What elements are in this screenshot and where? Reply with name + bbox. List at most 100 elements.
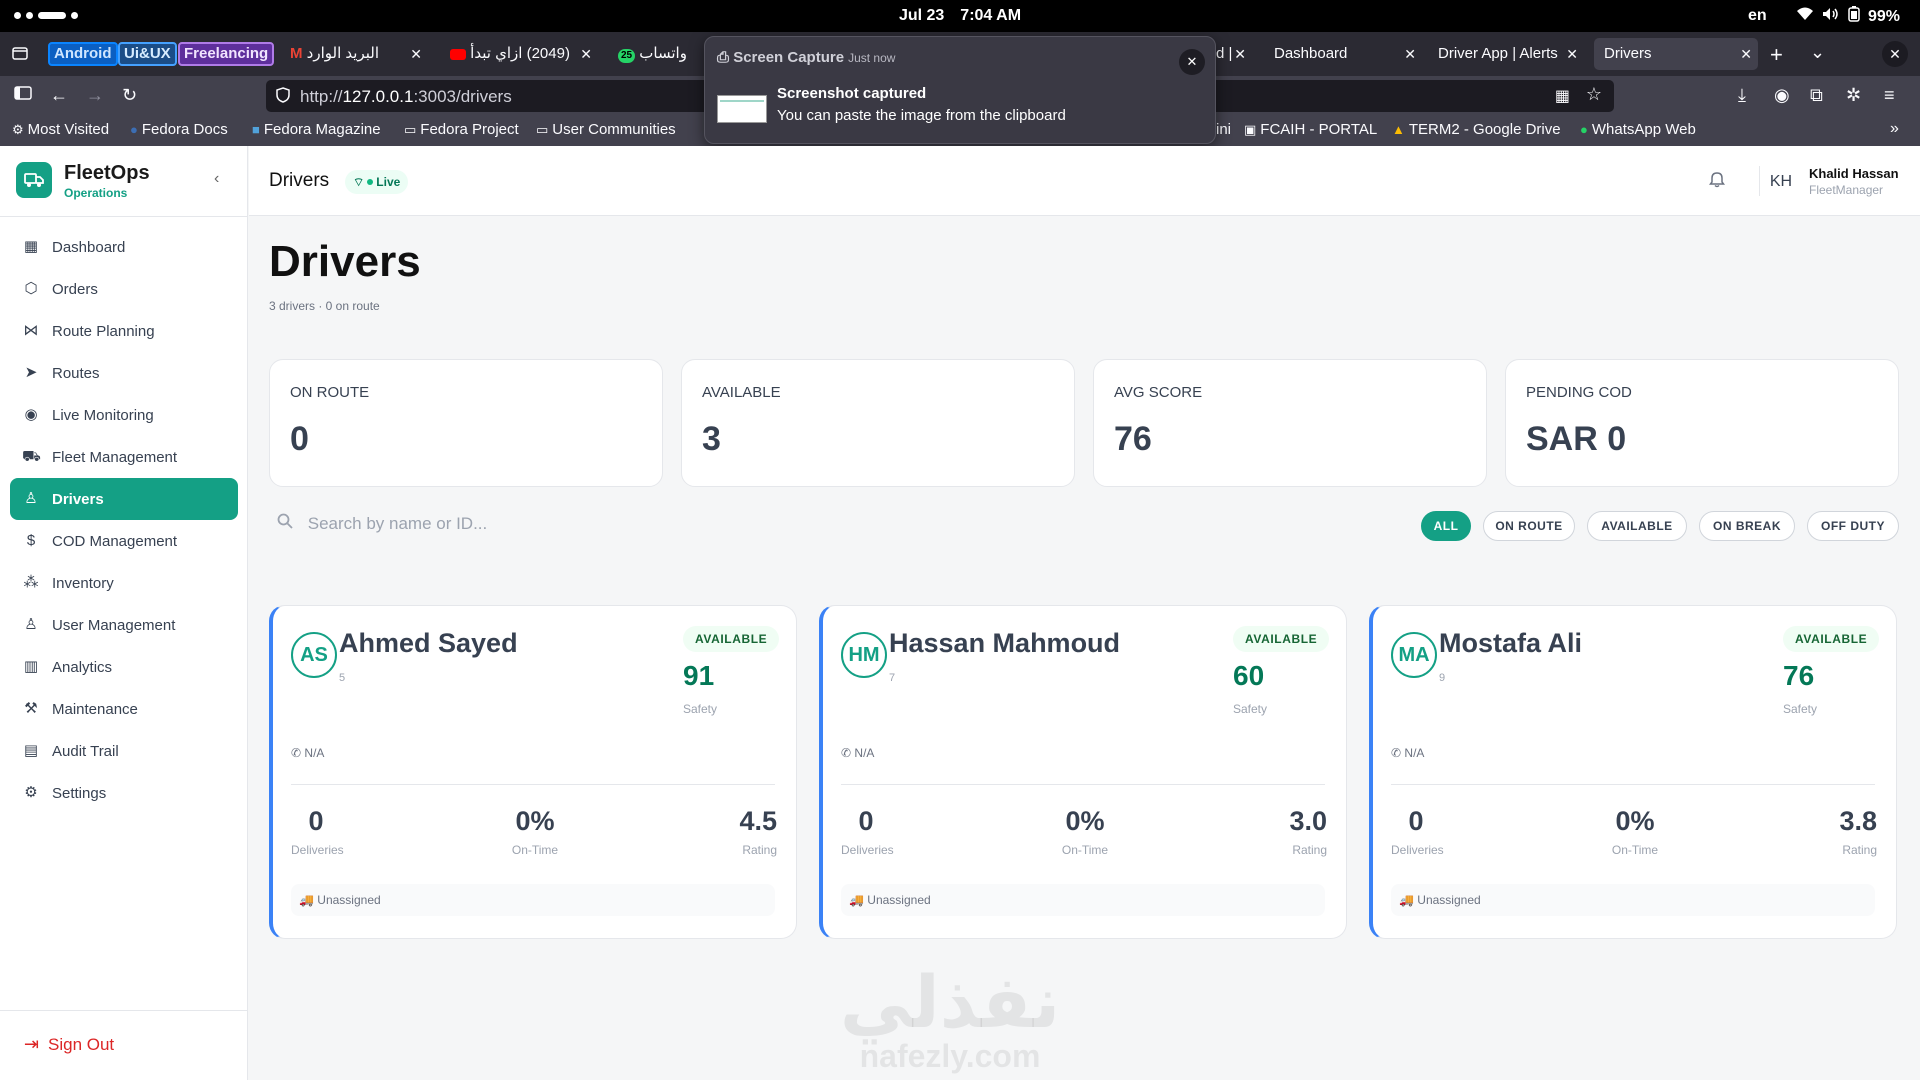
chart-icon: ▥ bbox=[23, 658, 39, 675]
tracking-protection-icon[interactable] bbox=[276, 87, 290, 107]
driver-card[interactable]: MA Mostafa Ali 9 AVAILABLE 76 Safety ✆ N… bbox=[1369, 605, 1897, 939]
bookmark-most-visited[interactable]: ⚙ Most Visited bbox=[12, 121, 109, 138]
page-icon: ▣ bbox=[1244, 122, 1257, 137]
driver-avatar: MA bbox=[1391, 632, 1437, 678]
qr-code-icon[interactable]: ▦ bbox=[1555, 86, 1570, 106]
avatar[interactable]: KH bbox=[1763, 164, 1799, 200]
workspace-indicator[interactable] bbox=[14, 12, 78, 19]
bookmark-whatsapp-web[interactable]: ● WhatsApp Web bbox=[1580, 121, 1696, 138]
tab-label: Driver App | Alerts bbox=[1438, 45, 1558, 62]
tab-driver-app-alerts[interactable]: Driver App | Alerts ✕ bbox=[1428, 38, 1584, 70]
card-divider bbox=[1391, 784, 1875, 785]
filter-all[interactable]: ALL bbox=[1421, 511, 1471, 541]
sidebar-item-routes[interactable]: ➤ Routes bbox=[10, 352, 238, 394]
metric-on-time: 0% On-Time bbox=[1035, 806, 1135, 857]
close-tab-icon[interactable]: ✕ bbox=[410, 38, 422, 70]
forward-icon[interactable]: → bbox=[86, 84, 104, 106]
filter-off-duty[interactable]: OFF DUTY bbox=[1807, 511, 1899, 541]
reload-icon[interactable]: ↻ bbox=[122, 84, 137, 106]
sidebar-item-audit-trail[interactable]: ▤ Audit Trail bbox=[10, 730, 238, 772]
sidebar-toggle-icon[interactable] bbox=[14, 84, 32, 106]
tab-drivers[interactable]: Drivers ✕ bbox=[1594, 38, 1758, 70]
close-tab-icon[interactable]: ✕ bbox=[580, 38, 592, 70]
filter-on-route[interactable]: ON ROUTE bbox=[1483, 511, 1575, 541]
tab-group-freelancing[interactable]: Freelancing bbox=[178, 42, 275, 66]
bookmark-fedora-docs[interactable]: ● Fedora Docs bbox=[130, 121, 228, 138]
sidebar-item-user-management[interactable]: ♙ User Management bbox=[10, 604, 238, 646]
bookmark-ini[interactable]: ini bbox=[1216, 121, 1231, 138]
close-tab-icon[interactable]: ✕ bbox=[1740, 38, 1752, 70]
sidebar-item-label: Maintenance bbox=[52, 701, 138, 718]
search-input[interactable] bbox=[307, 514, 668, 534]
metric-label: Deliveries bbox=[841, 843, 894, 857]
bookmark-fcaih-portal[interactable]: ▣ FCAIH - PORTAL bbox=[1244, 121, 1377, 138]
user-name[interactable]: Khalid Hassan bbox=[1809, 166, 1899, 181]
keyboard-language[interactable]: en bbox=[1748, 7, 1767, 25]
extension-puzzle-icon[interactable]: ✲ bbox=[1846, 84, 1861, 106]
sidebar-item-fleet-management[interactable]: ⛟ Fleet Management bbox=[10, 436, 238, 478]
sidebar-item-settings[interactable]: ⚙ Settings bbox=[10, 772, 238, 814]
bookmark-fedora-project[interactable]: ▭ Fedora Project bbox=[404, 121, 519, 138]
screenshot-notification[interactable]: ⎙ Screen Capture Just now ✕ Screenshot ca… bbox=[704, 36, 1216, 144]
sidebar-item-maintenance[interactable]: ⚒ Maintenance bbox=[10, 688, 238, 730]
sidebar-item-inventory[interactable]: ⁂ Inventory bbox=[10, 562, 238, 604]
sidebar-item-dashboard[interactable]: ▦ Dashboard bbox=[10, 226, 238, 268]
url-text[interactable]: http://127.0.0.1:3003/drivers bbox=[300, 87, 512, 107]
filter-on-break[interactable]: ON BREAK bbox=[1699, 511, 1795, 541]
box-icon: ⬡ bbox=[24, 280, 38, 297]
list-all-tabs-icon[interactable]: ⌄ bbox=[1810, 42, 1825, 63]
tab-youtube[interactable]: (2049) ازاي تبدأ ✕ bbox=[440, 38, 598, 70]
driver-avatar: AS bbox=[291, 632, 337, 678]
close-tab-icon[interactable]: ✕ bbox=[1234, 38, 1246, 70]
downloads-icon[interactable]: ⤓ bbox=[1738, 84, 1746, 106]
more-bookmarks-icon[interactable]: » bbox=[1890, 120, 1899, 138]
sidebar-item-analytics[interactable]: ▥ Analytics bbox=[10, 646, 238, 688]
close-tab-icon[interactable]: ✕ bbox=[1404, 38, 1416, 70]
metric-label: Deliveries bbox=[291, 843, 344, 857]
assignment-label: Unassigned bbox=[317, 893, 381, 907]
sidebar-item-orders[interactable]: ⬡ Orders bbox=[10, 268, 238, 310]
stat-label: ON ROUTE bbox=[290, 384, 370, 401]
new-tab-icon[interactable]: + bbox=[1770, 42, 1783, 68]
tab-whatsapp[interactable]: 25 واتساب bbox=[608, 38, 704, 70]
truck-icon: 🚚 bbox=[299, 893, 314, 907]
sidebar-item-label: Inventory bbox=[52, 575, 114, 592]
bookmark-user-communities[interactable]: ▭ User Communities bbox=[536, 121, 676, 138]
close-window-icon[interactable]: ✕ bbox=[1882, 41, 1908, 67]
tab-group-uiux[interactable]: Ui&UX bbox=[118, 42, 177, 66]
filter-available[interactable]: AVAILABLE bbox=[1587, 511, 1687, 541]
phone-icon: ✆ bbox=[291, 746, 302, 760]
back-icon[interactable]: ← bbox=[50, 84, 68, 106]
menu-icon[interactable]: ≡ bbox=[1884, 84, 1895, 106]
bookmark-fedora-magazine[interactable]: ■ Fedora Magazine bbox=[252, 121, 381, 138]
tab-group-android[interactable]: Android bbox=[48, 42, 118, 66]
system-tray[interactable]: 99% bbox=[1796, 6, 1900, 27]
bookmark-star-icon[interactable]: ☆ bbox=[1586, 84, 1602, 105]
metric-label: Rating bbox=[1842, 843, 1877, 857]
driver-card[interactable]: HM Hassan Mahmoud 7 AVAILABLE 60 Safety … bbox=[819, 605, 1347, 939]
os-clock[interactable]: Jul 23 7:04 AM bbox=[0, 7, 1920, 25]
extensions-icon[interactable]: ⧉ bbox=[1810, 84, 1823, 106]
tab-dashboard[interactable]: Dashboard ✕ bbox=[1264, 38, 1422, 70]
account-icon[interactable]: ◉ bbox=[1774, 84, 1790, 106]
sidebar-item-live-monitoring[interactable]: ◉ Live Monitoring bbox=[10, 394, 238, 436]
notifications-bell-icon[interactable] bbox=[1709, 170, 1725, 193]
close-notification-icon[interactable]: ✕ bbox=[1179, 49, 1205, 75]
firefox-view-icon[interactable] bbox=[12, 45, 28, 61]
tab-gmail[interactable]: M البريد الوارد ✕ bbox=[280, 38, 428, 70]
status-badge: AVAILABLE bbox=[683, 626, 780, 652]
bookmark-term2-drive[interactable]: ▲ TERM2 - Google Drive bbox=[1392, 121, 1561, 138]
metric-deliveries: 0 Deliveries bbox=[841, 806, 894, 857]
os-time: 7:04 AM bbox=[960, 7, 1022, 24]
sidebar-item-cod-management[interactable]: $ COD Management bbox=[10, 520, 238, 562]
sidebar-item-drivers[interactable]: ♙ Drivers bbox=[10, 478, 238, 520]
close-tab-icon[interactable]: ✕ bbox=[1566, 38, 1578, 70]
collapse-sidebar-icon[interactable]: ‹ bbox=[214, 170, 219, 188]
driver-card[interactable]: AS Ahmed Sayed 5 AVAILABLE 91 Safety ✆ N… bbox=[269, 605, 797, 939]
sidebar-item-label: Live Monitoring bbox=[52, 407, 154, 424]
sign-out-button[interactable]: ⇥ Sign Out bbox=[24, 1034, 114, 1055]
fleetops-app: FleetOps Operations ‹ ▦ Dashboard ⬡ Orders… bbox=[0, 146, 1920, 1080]
bookmark-label: WhatsApp Web bbox=[1591, 121, 1696, 138]
search-box bbox=[277, 513, 668, 534]
sidebar-item-route-planning[interactable]: ⋈ Route Planning bbox=[10, 310, 238, 352]
